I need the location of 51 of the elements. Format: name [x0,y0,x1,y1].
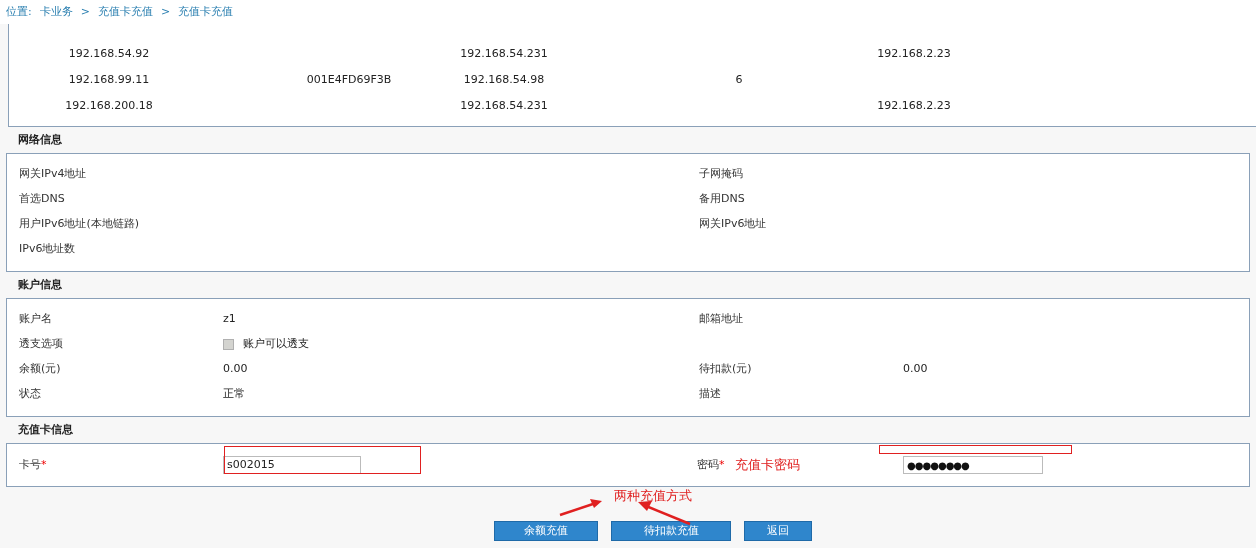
field-label: 状态 [19,386,41,400]
arrow-icon [558,499,604,517]
table-cell: 001E4FD69F3B [306,72,392,86]
breadcrumb-separator: > [160,3,171,20]
breadcrumb-link[interactable]: 充值卡充值 [178,3,234,21]
password-field[interactable]: ●●●●●●●● [903,456,1043,474]
field-value: z1 [223,310,236,327]
field-label: 用户IPv6地址(本地链路) [19,216,139,230]
field-label: 子网掩码 [699,166,743,180]
field-label: 余额(元) [19,361,61,375]
table-cell: 192.168.2.23 [877,46,951,60]
field-label: IPv6地址数 [19,241,76,255]
field-label: 网关IPv6地址 [699,216,767,230]
required-mark: * [41,456,47,473]
field-label: 透支选项 [19,336,63,350]
action-button[interactable]: 余额充值 [494,521,598,541]
field-label: 备用DNS [699,191,745,205]
field-value: 0.00 [223,360,248,377]
field-value: 正常 [223,385,245,402]
field-label: 网关IPv4地址 [19,166,87,180]
table-cell: 192.168.54.98 [463,72,545,86]
field-label: 账户名 [19,311,52,325]
table-cell: 192.168.200.18 [65,98,153,112]
card-number-field[interactable]: s002015 [223,456,361,474]
field-label: 卡号 [19,456,41,473]
section-title: 充值卡信息 [18,421,73,438]
action-button[interactable]: 待扣款充值 [611,521,731,541]
table-cell: 192.168.54.92 [68,46,150,60]
field-label: 密码 [697,456,719,473]
breadcrumb-label: 位置: [6,3,32,20]
section-title: 账户信息 [18,276,62,293]
table-cell: 192.168.2.23 [877,98,951,112]
checkbox-label: 账户可以透支 [243,335,309,352]
field-label: 邮箱地址 [699,311,743,325]
section-title: 网络信息 [18,131,62,148]
annotation-text: 充值卡密码 [735,456,801,475]
table-cell: 6 [735,72,743,86]
field-value: 0.00 [903,360,928,377]
field-label: 描述 [699,386,721,400]
field-label: 待扣款(元) [699,361,752,375]
breadcrumb-link[interactable]: 充值卡充值 [97,3,153,21]
required-mark: * [719,456,725,473]
arrow-icon [636,500,692,526]
table-cell: 192.168.99.11 [68,72,150,86]
table-cell: 192.168.54.231 [460,46,548,60]
annotation-text: 两种充值方式 [614,487,692,506]
breadcrumb-link[interactable]: 卡业务 [39,3,73,21]
action-button[interactable]: 返回 [744,521,812,541]
field-label: 首选DNS [19,191,65,205]
breadcrumb-separator: > [80,3,90,20]
table-cell: 192.168.54.231 [460,98,548,112]
